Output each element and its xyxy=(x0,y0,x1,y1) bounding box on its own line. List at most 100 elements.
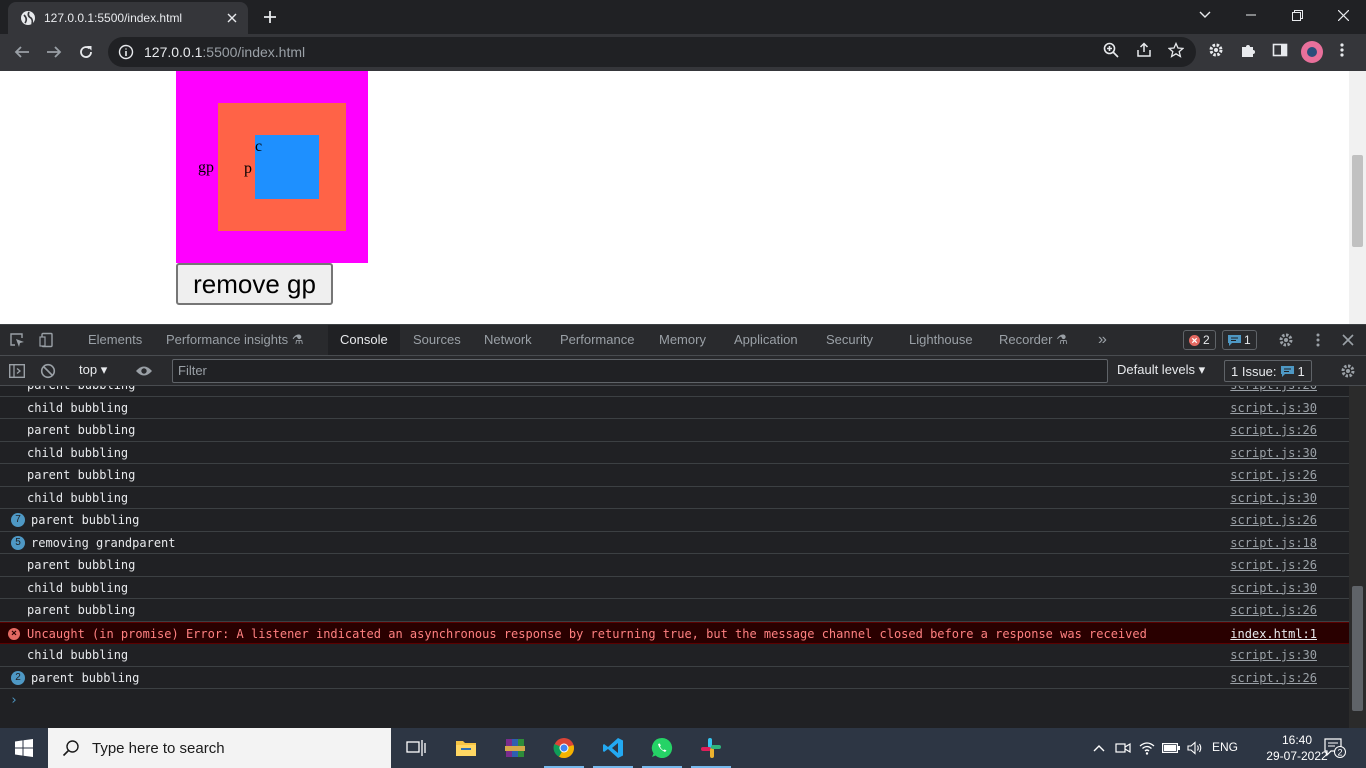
source-link[interactable]: script.js:26 xyxy=(1230,603,1317,617)
console-filter-input[interactable]: Filter xyxy=(172,359,1108,383)
source-link[interactable]: script.js:26 xyxy=(1230,513,1317,527)
zoom-icon[interactable] xyxy=(1101,40,1121,60)
message-count-badge[interactable]: 1 xyxy=(1222,330,1257,350)
browser-tab[interactable]: 127.0.0.1:5500/index.html xyxy=(8,2,248,34)
back-arrow-icon[interactable] xyxy=(8,38,36,66)
source-link[interactable]: script.js:26 xyxy=(1230,468,1317,482)
context-selector[interactable]: top ▾ xyxy=(79,362,107,378)
source-link[interactable]: script.js:30 xyxy=(1230,581,1317,595)
live-expression-eye-icon[interactable] xyxy=(135,362,153,380)
side-panel-icon[interactable] xyxy=(1270,40,1290,60)
tab-application[interactable]: Application xyxy=(734,325,798,355)
meet-now-icon[interactable] xyxy=(1114,740,1132,756)
sidebar-toggle-icon[interactable] xyxy=(8,362,26,380)
child-box[interactable] xyxy=(255,135,319,199)
tab-console[interactable]: Console xyxy=(328,325,400,355)
share-icon[interactable] xyxy=(1134,40,1154,60)
search-icon xyxy=(62,740,79,757)
clear-console-icon[interactable] xyxy=(39,362,57,380)
chrome-icon[interactable] xyxy=(540,728,588,768)
source-link[interactable]: script.js:26 xyxy=(1230,423,1317,437)
volume-icon[interactable] xyxy=(1186,740,1204,756)
message-icon xyxy=(1280,365,1294,377)
flask-icon: ⚗ xyxy=(291,332,304,347)
vscode-icon[interactable] xyxy=(589,728,637,768)
source-link[interactable]: script.js:30 xyxy=(1230,648,1317,662)
devtools-panel: Elements Performance insights ⚗ Console … xyxy=(0,324,1366,729)
source-link[interactable]: script.js:26 xyxy=(1230,671,1317,685)
extensions-puzzle-icon[interactable] xyxy=(1238,40,1258,60)
console-message: parent bubbling xyxy=(27,603,136,617)
device-toolbar-icon[interactable] xyxy=(38,331,56,349)
console-message: child bubbling xyxy=(27,445,129,460)
task-view-icon[interactable] xyxy=(392,728,440,768)
tab-performance-insights[interactable]: Performance insights ⚗ xyxy=(166,325,303,355)
tab-search-icon[interactable] xyxy=(1182,0,1228,30)
console-messages[interactable]: parent bubbling script.js:26 child bubblin… xyxy=(0,386,1349,729)
winrar-icon[interactable] xyxy=(491,728,539,768)
error-icon xyxy=(1189,334,1200,346)
close-devtools-icon[interactable] xyxy=(1339,331,1357,349)
error-count-badge[interactable]: 2 xyxy=(1183,330,1216,350)
tab-sources[interactable]: Sources xyxy=(413,325,461,355)
wifi-icon[interactable] xyxy=(1138,740,1156,756)
tab-lighthouse[interactable]: Lighthouse xyxy=(909,325,973,355)
console-prompt[interactable]: › xyxy=(10,693,18,708)
source-link[interactable]: script.js:26 xyxy=(1230,386,1317,392)
address-bar[interactable]: 127.0.0.1:5500/index.html xyxy=(108,37,1196,67)
console-settings-gear-icon[interactable] xyxy=(1339,362,1357,380)
source-link[interactable]: script.js:30 xyxy=(1230,401,1317,415)
new-tab-button[interactable] xyxy=(256,5,284,29)
customize-kebab-icon[interactable] xyxy=(1309,331,1327,349)
settings-gear-icon[interactable] xyxy=(1277,331,1295,349)
show-hidden-icons-chevron-icon[interactable] xyxy=(1090,740,1108,756)
remove-gp-button[interactable]: remove gp xyxy=(176,263,333,305)
restore-icon[interactable] xyxy=(1274,0,1320,30)
input-language[interactable]: ENG xyxy=(1212,740,1238,754)
log-levels-dropdown[interactable]: Default levels ▾ xyxy=(1117,362,1205,378)
page-scrollbar-thumb[interactable] xyxy=(1352,155,1363,247)
page-scrollbar[interactable] xyxy=(1349,71,1366,324)
tab-network[interactable]: Network xyxy=(484,325,532,355)
more-tabs-icon[interactable]: » xyxy=(1098,325,1107,355)
console-message: child bubbling xyxy=(27,490,129,505)
console-message: removing grandparent xyxy=(31,535,176,550)
slack-icon[interactable] xyxy=(687,728,735,768)
minimize-icon[interactable] xyxy=(1228,0,1274,30)
tab-recorder[interactable]: Recorder ⚗ xyxy=(999,325,1068,355)
tab-performance[interactable]: Performance xyxy=(560,325,634,355)
close-tab-icon[interactable] xyxy=(224,10,240,26)
notification-center-icon[interactable]: 2 xyxy=(1322,738,1348,758)
forward-arrow-icon[interactable] xyxy=(40,38,68,66)
inspect-element-icon[interactable] xyxy=(8,331,26,349)
close-window-icon[interactable] xyxy=(1320,0,1366,30)
console-row: 5 removing grandparent script.js:18 xyxy=(0,532,1349,554)
source-link[interactable]: script.js:30 xyxy=(1230,446,1317,460)
source-link[interactable]: index.html:1 xyxy=(1230,627,1317,641)
console-message: child bubbling xyxy=(27,580,129,595)
windows-start-icon[interactable] xyxy=(0,728,48,768)
console-scrollbar[interactable] xyxy=(1349,386,1366,729)
file-explorer-icon[interactable] xyxy=(442,728,490,768)
site-info-icon[interactable] xyxy=(118,44,134,60)
profile-avatar[interactable] xyxy=(1301,41,1323,63)
source-link[interactable]: script.js:18 xyxy=(1230,536,1317,550)
bookmark-star-icon[interactable] xyxy=(1166,40,1186,60)
source-link[interactable]: script.js:26 xyxy=(1230,558,1317,572)
console-row: parent bubbling script.js:26 xyxy=(0,599,1349,622)
menu-kebab-icon[interactable] xyxy=(1332,40,1352,60)
console-scrollbar-thumb[interactable] xyxy=(1352,586,1363,711)
tab-elements[interactable]: Elements xyxy=(88,325,142,355)
browser-toolbar: 127.0.0.1:5500/index.html xyxy=(0,34,1366,71)
tab-title: 127.0.0.1:5500/index.html xyxy=(44,11,183,25)
battery-icon[interactable] xyxy=(1162,740,1180,756)
extension-gear-icon[interactable] xyxy=(1206,40,1226,60)
tab-memory[interactable]: Memory xyxy=(659,325,706,355)
source-link[interactable]: script.js:30 xyxy=(1230,491,1317,505)
tab-security[interactable]: Security xyxy=(826,325,873,355)
reload-icon[interactable] xyxy=(72,38,100,66)
taskbar-search-box[interactable]: Type here to search xyxy=(48,728,391,768)
windows-taskbar: Type here to search ENG 16:40 29-07-2022 xyxy=(0,728,1366,768)
issues-button[interactable]: 1 Issue: 1 xyxy=(1224,360,1312,382)
whatsapp-icon[interactable] xyxy=(638,728,686,768)
